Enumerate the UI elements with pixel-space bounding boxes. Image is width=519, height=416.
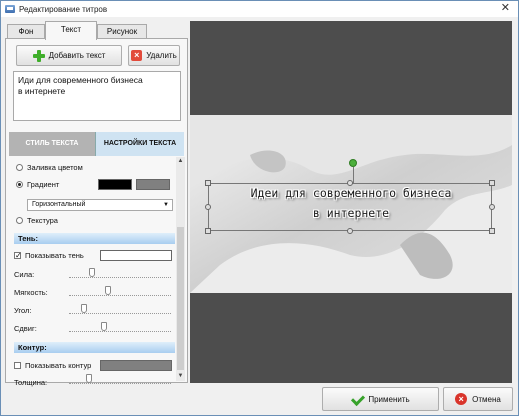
outline-thickness-label: Толщина: <box>14 378 48 387</box>
outline-section-header: Контур: <box>14 342 175 353</box>
resize-handle-left[interactable] <box>205 204 211 210</box>
scroll-up-icon[interactable]: ▲ <box>176 157 185 166</box>
shadow-strength-slider[interactable] <box>69 268 171 278</box>
rotation-connector <box>353 167 354 183</box>
tab-text-style[interactable]: СТИЛЬ ТЕКСТА <box>9 132 95 156</box>
show-shadow-label: Показывать тень <box>25 251 84 260</box>
slider-thumb[interactable] <box>100 322 107 331</box>
show-shadow-checkbox[interactable]: ✓ <box>14 252 22 260</box>
slider-thumb[interactable] <box>86 374 93 383</box>
delete-icon: × <box>131 50 143 61</box>
resize-handle-top[interactable] <box>347 180 353 186</box>
apply-button[interactable]: Применить <box>322 387 439 411</box>
resize-handle-top-left[interactable] <box>205 180 211 186</box>
app-icon <box>5 5 15 13</box>
tab-background[interactable]: Фон <box>7 24 45 39</box>
settings-panel: Фон Текст Рисунок Добавить текст × Удали… <box>5 21 188 387</box>
plus-icon <box>32 49 45 62</box>
resize-handle-right[interactable] <box>489 204 495 210</box>
tab-strip: Фон Текст Рисунок <box>5 21 188 40</box>
caption-selection-box[interactable]: Идеи для современного бизнеса в интернет… <box>208 183 492 231</box>
slider-thumb[interactable] <box>89 268 96 277</box>
preview-stage[interactable]: Идеи для современного бизнеса в интернет… <box>190 115 512 293</box>
cancel-button[interactable]: × Отмена <box>443 387 513 411</box>
resize-handle-top-right[interactable] <box>489 180 495 186</box>
cancel-label: Отмена <box>472 394 501 404</box>
scroll-thumb[interactable] <box>177 227 184 370</box>
cancel-icon: × <box>455 393 468 405</box>
outline-thickness-slider[interactable] <box>69 374 171 384</box>
slider-thumb[interactable] <box>105 286 112 295</box>
gradient-radio[interactable] <box>16 181 23 188</box>
slider-thumb[interactable] <box>81 304 88 313</box>
solid-fill-radio[interactable] <box>16 164 23 171</box>
tab-image[interactable]: Рисунок <box>97 24 147 39</box>
show-outline-checkbox[interactable] <box>14 362 21 369</box>
tab-text-settings[interactable]: НАСТРОЙКИ ТЕКСТА <box>95 132 184 156</box>
shadow-section-header: Тень: <box>14 233 175 244</box>
shadow-angle-label: Угол: <box>14 306 32 315</box>
add-text-label: Добавить текст <box>48 51 106 60</box>
shadow-strength-label: Сила: <box>14 270 35 279</box>
caption-text-line: в интернете <box>18 86 66 96</box>
resize-handle-bottom-left[interactable] <box>205 228 211 234</box>
caption-text-input[interactable]: Иди для современного бизнеса в интернете <box>13 71 181 121</box>
shadow-softness-label: Мягкость: <box>14 288 48 297</box>
add-text-button[interactable]: Добавить текст <box>16 45 122 66</box>
gradient-direction-select[interactable]: Горизонтальный ▼ <box>27 199 173 211</box>
caption-text-line: Иди для современного бизнеса <box>18 75 143 85</box>
tab-text[interactable]: Текст <box>45 21 97 40</box>
gradient-label: Градиент <box>27 180 60 189</box>
apply-label: Применить <box>368 394 410 404</box>
gradient-color-2-swatch[interactable] <box>136 179 170 190</box>
checkmark-icon <box>351 393 363 405</box>
gradient-color-1-swatch[interactable] <box>98 179 132 190</box>
close-icon[interactable]: ✕ <box>501 2 510 15</box>
texture-label: Текстура <box>27 216 58 225</box>
shadow-angle-slider[interactable] <box>69 304 171 314</box>
title-bar: Редактирование титров ✕ <box>1 1 518 17</box>
caption-line-1: Идеи для современного бизнеса <box>250 186 452 200</box>
rotate-handle[interactable] <box>349 159 357 167</box>
resize-handle-bottom[interactable] <box>347 228 353 234</box>
shadow-softness-slider[interactable] <box>69 286 171 296</box>
solid-fill-label: Заливка цветом <box>27 163 83 172</box>
caption-line-2: в интернете <box>312 206 390 220</box>
show-outline-label: Показывать контур <box>25 361 92 370</box>
caption-editor-window: Редактирование титров ✕ Фон Текст Рисуно… <box>0 0 519 416</box>
outline-color-swatch[interactable] <box>100 360 172 371</box>
resize-handle-bottom-right[interactable] <box>489 228 495 234</box>
settings-scrollbar[interactable]: ▲ ▼ <box>176 157 185 381</box>
chevron-down-icon: ▼ <box>163 202 169 208</box>
shadow-offset-slider[interactable] <box>69 322 171 332</box>
text-subtabs: СТИЛЬ ТЕКСТА НАСТРОЙКИ ТЕКСТА <box>9 132 184 156</box>
delete-text-label: Удалить <box>146 51 177 60</box>
scroll-down-icon[interactable]: ▼ <box>176 372 185 381</box>
gradient-direction-value: Горизонтальный <box>32 201 86 208</box>
shadow-color-field[interactable] <box>100 250 172 261</box>
window-title: Редактирование титров <box>19 4 108 14</box>
texture-radio[interactable] <box>16 217 23 224</box>
delete-text-button[interactable]: × Удалить <box>128 45 180 66</box>
shadow-offset-label: Сдвиг: <box>14 324 37 333</box>
